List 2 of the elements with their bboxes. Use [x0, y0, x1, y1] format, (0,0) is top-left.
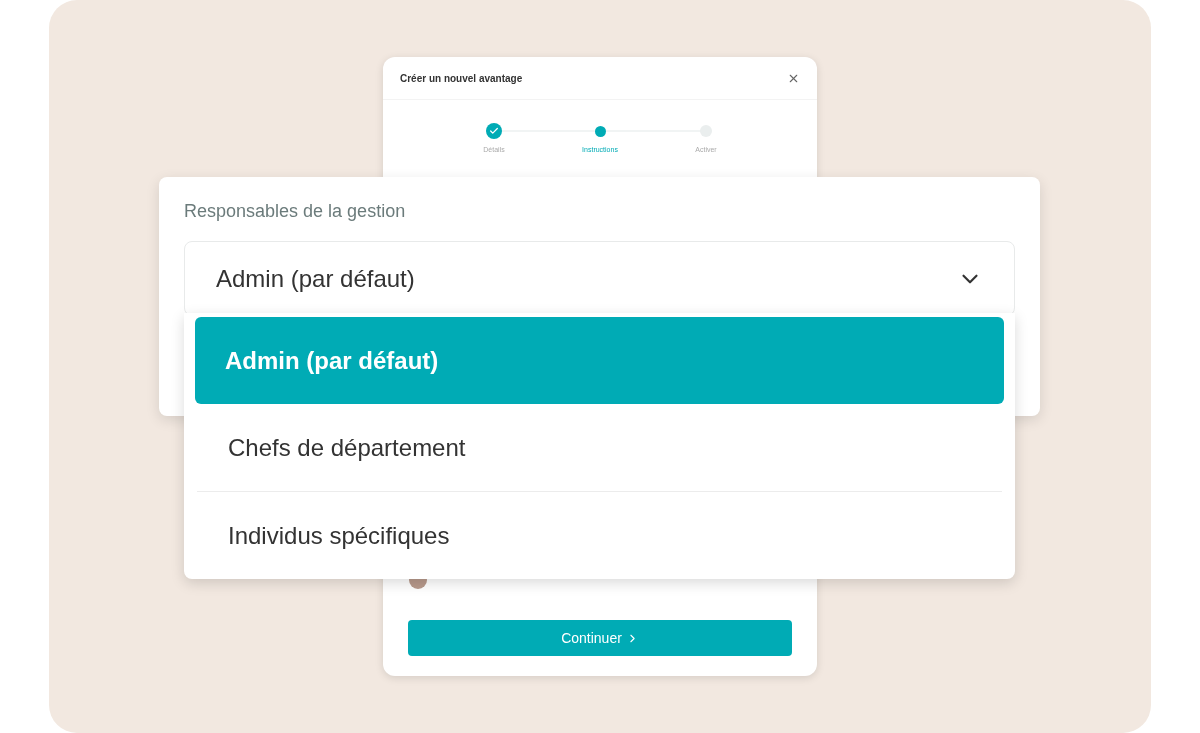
field-label: Responsables de la gestion [184, 200, 407, 223]
modal-title: Créer un nouvel avantage [400, 71, 523, 86]
